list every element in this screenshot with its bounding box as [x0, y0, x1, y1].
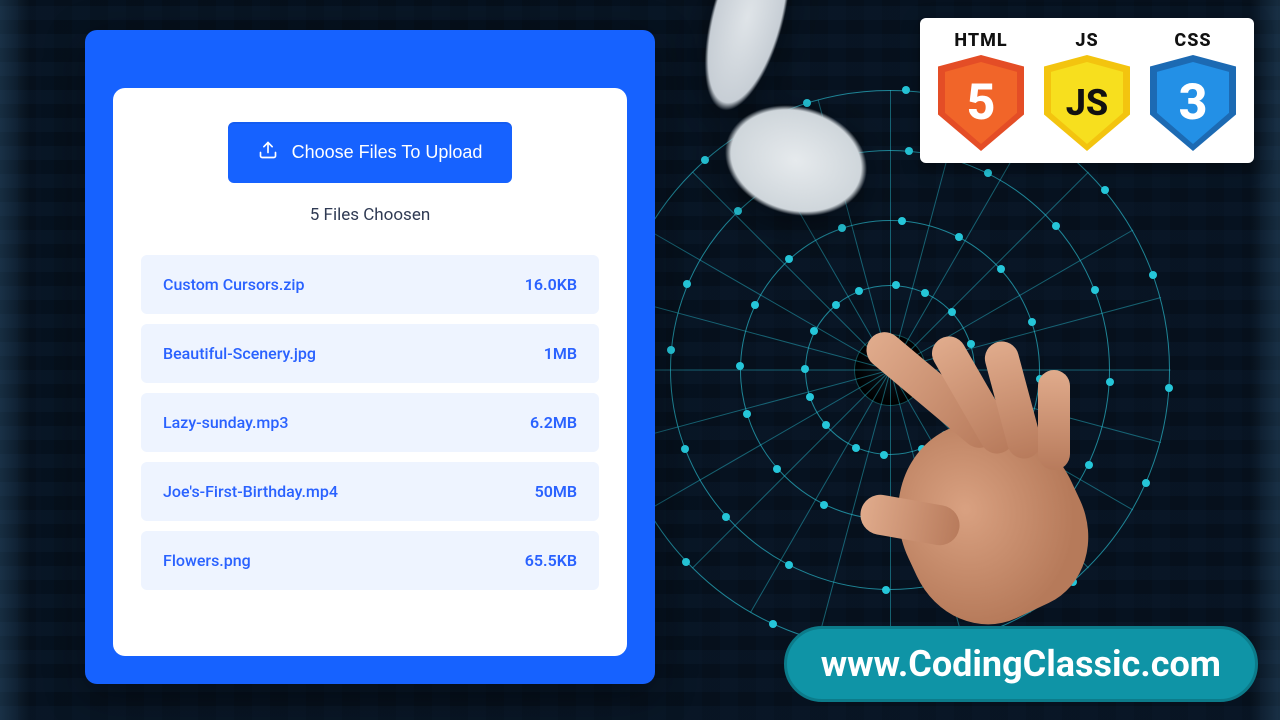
file-size: 1MB — [544, 344, 577, 363]
tech-badges-panel: HTML 5 JS JS CSS 3 — [920, 18, 1254, 163]
file-name: Lazy-sunday.mp3 — [163, 413, 288, 432]
js-badge: JS JS — [1044, 30, 1130, 151]
upload-icon — [258, 140, 278, 165]
file-size: 6.2MB — [530, 413, 577, 432]
js-badge-label: JS — [1075, 30, 1098, 51]
bg-glow-right — [1250, 0, 1280, 720]
list-item[interactable]: Joe's-First-Birthday.mp4 50MB — [141, 462, 599, 521]
list-item[interactable]: Lazy-sunday.mp3 6.2MB — [141, 393, 599, 452]
file-list: Custom Cursors.zip 16.0KB Beautiful-Scen… — [141, 255, 599, 590]
file-name: Joe's-First-Birthday.mp4 — [163, 482, 338, 501]
css-badge-label: CSS — [1174, 30, 1211, 51]
css3-badge: CSS 3 — [1150, 30, 1236, 151]
css3-icon: 3 — [1150, 55, 1236, 151]
file-size: 16.0KB — [525, 275, 577, 294]
upload-panel: Choose Files To Upload 5 Files Choosen C… — [113, 88, 627, 656]
upload-card: Choose Files To Upload 5 Files Choosen C… — [85, 30, 655, 684]
file-name: Beautiful-Scenery.jpg — [163, 344, 316, 363]
files-count-label: 5 Files Choosen — [141, 205, 599, 225]
file-size: 50MB — [535, 482, 577, 501]
file-name: Custom Cursors.zip — [163, 275, 304, 294]
file-size: 65.5KB — [525, 551, 577, 570]
website-url-text: www.CodingClassic.com — [821, 643, 1221, 685]
website-url-pill: www.CodingClassic.com — [784, 626, 1258, 702]
list-item[interactable]: Custom Cursors.zip 16.0KB — [141, 255, 599, 314]
html5-icon: 5 — [938, 55, 1024, 151]
html-badge-label: HTML — [954, 30, 1007, 51]
circuit-graphic — [610, 90, 1170, 650]
choose-files-label: Choose Files To Upload — [292, 142, 483, 163]
list-item[interactable]: Beautiful-Scenery.jpg 1MB — [141, 324, 599, 383]
html5-badge: HTML 5 — [938, 30, 1024, 151]
choose-files-button[interactable]: Choose Files To Upload — [228, 122, 513, 183]
bg-glow-left — [0, 0, 30, 720]
list-item[interactable]: Flowers.png 65.5KB — [141, 531, 599, 590]
file-name: Flowers.png — [163, 551, 251, 570]
js-icon: JS — [1044, 55, 1130, 151]
